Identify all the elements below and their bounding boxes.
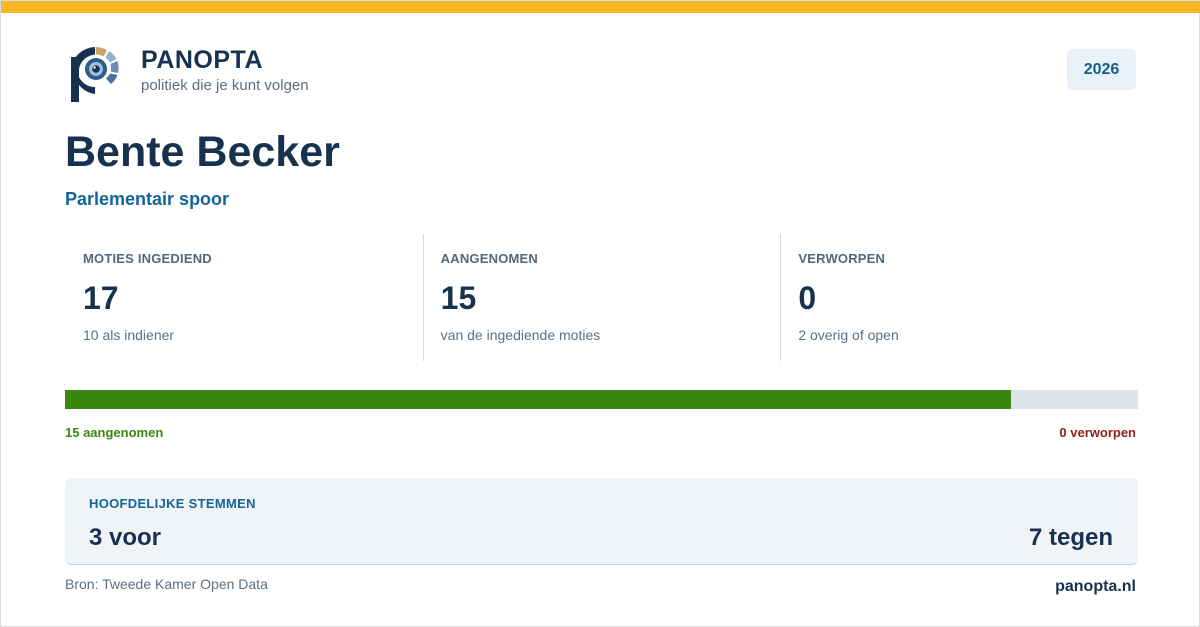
adoption-progress-bar	[65, 390, 1138, 409]
person-name: Bente Becker	[65, 128, 340, 176]
stat-rejected: VERWORPEN 0 2 overig of open	[780, 234, 1138, 361]
year-badge: 2026	[1067, 49, 1136, 90]
brand-tagline: politiek die je kunt volgen	[141, 77, 309, 94]
share-card: PANOPTA politiek die je kunt volgen 2026…	[0, 0, 1200, 627]
votes-title: HOOFDELIJKE STEMMEN	[89, 496, 256, 511]
accent-bar	[1, 1, 1200, 13]
eye-p-logo-icon	[71, 47, 119, 102]
stat-subtext: 2 overig of open	[798, 327, 899, 343]
stats-row: MOTIES INGEDIEND 17 10 als indiener AANG…	[65, 234, 1138, 361]
adopted-fill	[65, 390, 1012, 409]
stat-value: 0	[798, 280, 817, 316]
source-note: Bron: Tweede Kamer Open Data	[65, 576, 268, 592]
track-label: Parlementair spoor	[65, 189, 230, 209]
site-link[interactable]: panopta.nl	[1055, 577, 1136, 596]
stat-submitted: MOTIES INGEDIEND 17 10 als indiener	[65, 234, 423, 361]
stat-subtext: van de ingediende moties	[440, 327, 601, 343]
stat-adopted: AANGENOMEN 15 van de ingediende moties	[422, 234, 781, 361]
roll-call-votes-card: HOOFDELIJKE STEMMEN 3 voor 7 tegen	[65, 478, 1138, 565]
stat-label: VERWORPEN	[798, 251, 886, 266]
stat-value: 17	[83, 280, 119, 316]
votes-against: 7 tegen	[1028, 524, 1113, 551]
brand-header: PANOPTA politiek die je kunt volgen	[69, 43, 309, 105]
stat-value: 15	[440, 280, 477, 316]
rejected-legend: 0 verworpen	[1059, 425, 1136, 440]
stat-subtext: 10 als indiener	[83, 327, 175, 343]
adopted-legend: 15 aangenomen	[65, 425, 164, 440]
stat-label: MOTIES INGEDIEND	[83, 251, 212, 266]
votes-for: 3 voor	[89, 524, 162, 551]
stat-label: AANGENOMEN	[440, 251, 539, 266]
brand-name: PANOPTA	[141, 46, 264, 74]
